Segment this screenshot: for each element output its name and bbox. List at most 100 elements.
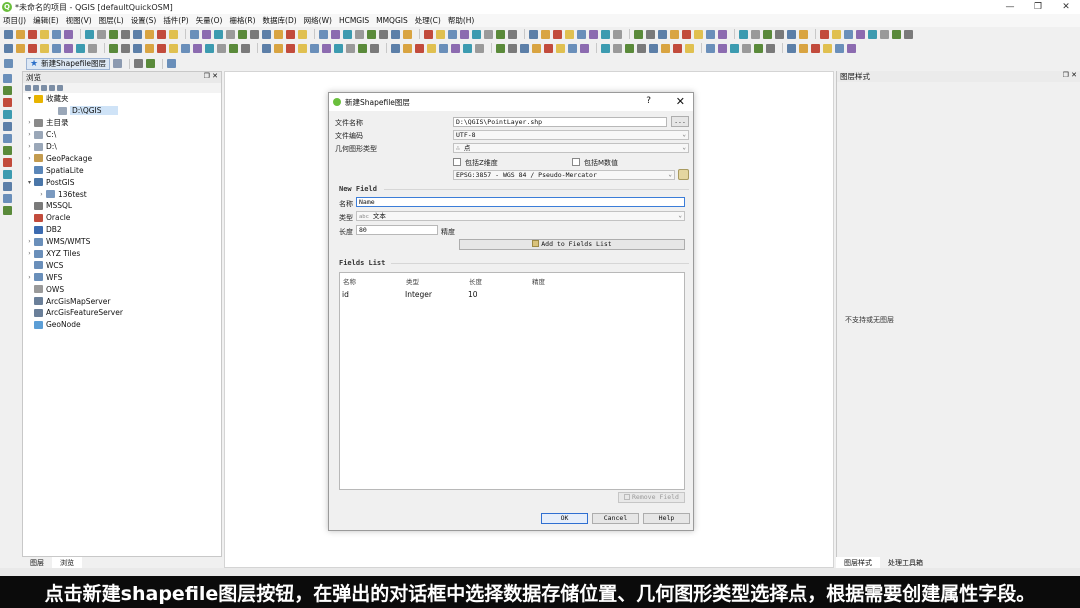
toolbar-tool-icon[interactable] [217, 43, 226, 53]
toolbar-tool-icon[interactable] [52, 29, 61, 39]
add-layer-tool-icon[interactable] [3, 134, 12, 143]
include-m-checkbox[interactable] [572, 158, 580, 166]
browser-tree-item[interactable]: ArcGisFeatureServer [23, 307, 221, 319]
browser-tree-item[interactable]: WCS [23, 259, 221, 271]
toolbar-tool-icon[interactable] [238, 29, 247, 39]
toolbar-tool-icon[interactable] [844, 29, 853, 39]
toolbar-tool-icon[interactable] [658, 29, 667, 39]
toolbar-tool-icon[interactable] [181, 43, 190, 53]
column-header-length[interactable]: 长度 [469, 276, 482, 286]
toolbar-tool-icon[interactable] [706, 43, 715, 53]
toolbar-tool-icon[interactable] [460, 29, 469, 39]
column-header-precision[interactable]: 精度 [532, 276, 545, 286]
add-layer-tool-icon[interactable] [3, 110, 12, 119]
toolbar-tool-icon[interactable] [763, 29, 772, 39]
toolbar-tool-icon[interactable] [133, 29, 142, 39]
browser-tree-item[interactable]: ArcGisMapServer [23, 295, 221, 307]
toolbar-tool-icon[interactable] [97, 29, 106, 39]
toolbar-tool-icon[interactable] [424, 29, 433, 39]
toolbar-tool-icon[interactable] [532, 43, 541, 53]
browser-tree-item[interactable]: MSSQL [23, 200, 221, 212]
toolbar-tool-icon[interactable] [415, 43, 424, 53]
toolbar-tool-icon[interactable] [472, 29, 481, 39]
toolbar-tool-icon[interactable] [355, 29, 364, 39]
menu-item[interactable]: 帮助(H) [448, 15, 475, 26]
file-name-field[interactable]: D:\QGIS\PointLayer.shp [453, 117, 667, 127]
toolbar-tool-icon[interactable] [685, 43, 694, 53]
toolbar-tool-icon[interactable] [331, 29, 340, 39]
browser-tree-item[interactable]: DB2 [23, 224, 221, 236]
collapse-all-icon[interactable] [49, 85, 55, 91]
toolbar-tool-icon[interactable] [661, 43, 670, 53]
toolbar-tool-icon[interactable] [343, 29, 352, 39]
toolbar-tool-icon[interactable] [298, 29, 307, 39]
toolbar-tool-icon[interactable] [403, 29, 412, 39]
toolbar-tool-icon[interactable] [214, 29, 223, 39]
tree-expand-icon[interactable]: › [37, 191, 46, 198]
toolbar-tool-icon[interactable] [109, 29, 118, 39]
toolbar-tool-icon[interactable] [202, 29, 211, 39]
toolbar-tool-icon[interactable] [370, 43, 379, 53]
browser-tree-item[interactable]: › D:\ [23, 141, 221, 153]
add-layer-tool-icon[interactable] [3, 74, 12, 83]
menu-item[interactable]: 插件(P) [163, 15, 188, 26]
browser-tree-item[interactable]: ▾ 收藏夹 [23, 93, 221, 105]
toolbar-tool-icon[interactable] [625, 43, 634, 53]
tree-expand-icon[interactable]: › [25, 274, 34, 281]
toolbar-tool-icon[interactable] [694, 29, 703, 39]
toolbar-tool-icon[interactable] [448, 29, 457, 39]
toolbar-tool-icon[interactable] [298, 43, 307, 53]
toolbar-tool-icon[interactable] [904, 29, 913, 39]
toolbar-tool-icon[interactable] [76, 43, 85, 53]
toolbar-tool-icon[interactable] [310, 43, 319, 53]
toolbar-tool-icon[interactable] [274, 43, 283, 53]
toolbar-tool-icon[interactable] [475, 43, 484, 53]
tree-expand-icon[interactable]: › [25, 238, 34, 245]
toolbar-tool-icon[interactable] [262, 29, 271, 39]
toolbar-tool-icon[interactable] [226, 29, 235, 39]
browser-tree-item[interactable]: › WFS [23, 271, 221, 283]
menu-item[interactable]: 图层(L) [99, 15, 124, 26]
toolbar-tool-icon[interactable] [856, 29, 865, 39]
toolbar-tool-icon[interactable] [121, 43, 130, 53]
toolbar-tool-icon[interactable] [358, 43, 367, 53]
toolbar-tool-icon[interactable] [262, 43, 271, 53]
toolbar-tool-icon[interactable] [436, 29, 445, 39]
field-row-name[interactable]: id [342, 290, 349, 299]
refresh-icon[interactable] [25, 85, 31, 91]
column-header-name[interactable]: 名称 [343, 276, 356, 286]
add-layer-tool-icon[interactable] [3, 158, 12, 167]
toolbar-tool-icon[interactable] [742, 43, 751, 53]
toolbar-tool-icon[interactable] [751, 29, 760, 39]
field-length-input[interactable]: 80 [356, 225, 438, 235]
toolbar-tool-icon[interactable] [379, 29, 388, 39]
geometry-type-select[interactable]: ∴ 点 ⌄ [453, 143, 689, 153]
toolbar-tool-icon[interactable] [868, 29, 877, 39]
close-window-icon[interactable]: ✕ [1052, 0, 1080, 14]
toolbar-tool-icon[interactable] [157, 43, 166, 53]
toolbar-tool-icon[interactable] [520, 43, 529, 53]
menu-item[interactable]: 处理(C) [415, 15, 441, 26]
toolbar-tool-icon[interactable] [193, 43, 202, 53]
dialog-close-icon[interactable]: ✕ [676, 95, 685, 108]
toolbar-tool-icon[interactable] [832, 29, 841, 39]
toolbar-tool-icon[interactable] [787, 43, 796, 53]
toolbar-tool-icon[interactable] [754, 43, 763, 53]
toolbar-tool-icon[interactable] [64, 43, 73, 53]
toolbar-tool-icon[interactable] [451, 43, 460, 53]
toolbar-tool-icon[interactable] [880, 29, 889, 39]
toolbar-tool-icon[interactable] [730, 43, 739, 53]
menu-item[interactable]: 项目(J) [3, 15, 26, 26]
toolbar-tool-icon[interactable] [169, 43, 178, 53]
toolbar-tool-icon[interactable] [52, 43, 61, 53]
toolbar-tool-icon[interactable] [718, 29, 727, 39]
toolbar-tool-icon[interactable] [205, 43, 214, 53]
add-layer-tool-icon[interactable] [3, 122, 12, 131]
toolbar-tool-icon[interactable] [649, 43, 658, 53]
tree-expand-icon[interactable]: › [25, 143, 34, 150]
panel-float-close-icon[interactable]: ❐ ✕ [1063, 71, 1077, 79]
browser-tree-item[interactable]: › WMS/WMTS [23, 236, 221, 248]
column-header-type[interactable]: 类型 [406, 276, 419, 286]
toolbar-tool-icon[interactable] [634, 29, 643, 39]
browser-tree-item[interactable]: Oracle [23, 212, 221, 224]
